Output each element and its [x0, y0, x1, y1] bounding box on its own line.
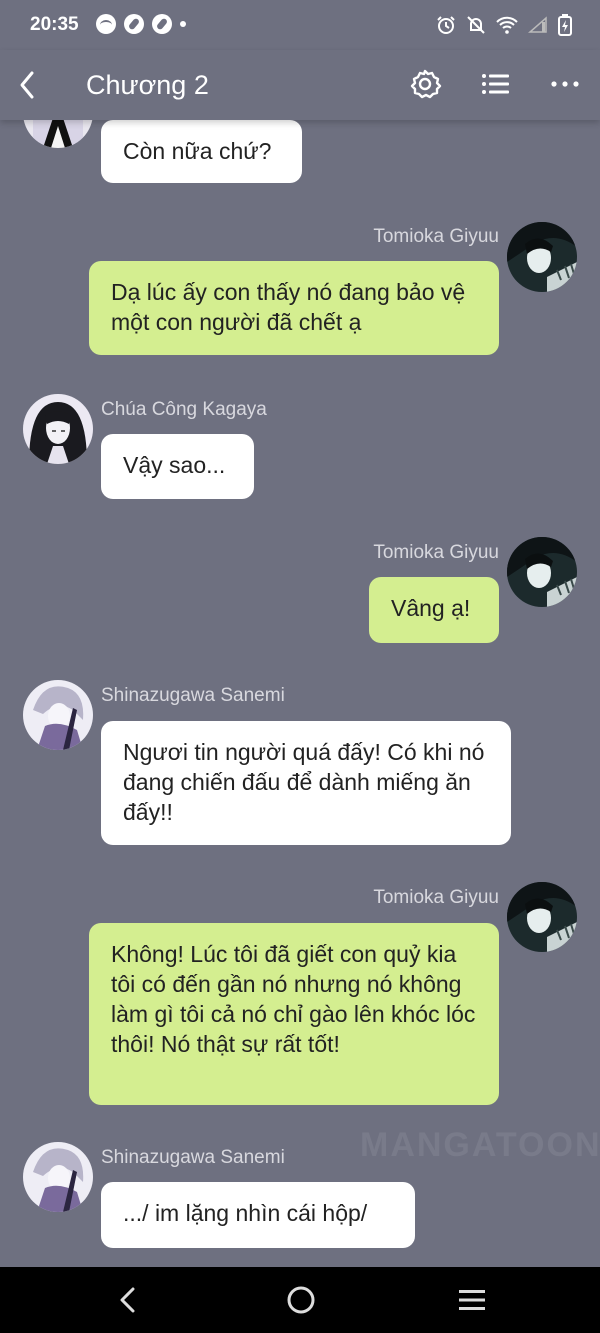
message-text: Vậy sao... — [123, 452, 226, 478]
mute-icon — [466, 15, 486, 35]
status-right-icons — [436, 14, 572, 36]
chapter-list-button[interactable] — [477, 66, 513, 102]
message-bubble[interactable]: Vâng ạ! — [369, 577, 499, 643]
message-text: .../ im lặng nhìn cái hộp/ — [123, 1200, 368, 1226]
avatar-giyuu[interactable] — [507, 222, 577, 292]
avatar-sanemi[interactable] — [23, 680, 93, 750]
speaker-name: Tomioka Giyuu — [373, 542, 499, 563]
chat-area[interactable]: Còn nữa chứ? Tomioka Giyuu Dạ lúc ấy con… — [0, 120, 600, 1267]
watermark: MANGATOON — [360, 1126, 600, 1164]
alarm-icon — [436, 15, 456, 35]
message-bubble[interactable]: Vậy sao... — [101, 434, 254, 499]
message-bubble[interactable]: Ngươi tin người quá đấy! Có khi nó đang … — [101, 721, 511, 845]
back-button[interactable] — [14, 68, 44, 102]
avatar-sanemi[interactable] — [23, 1142, 93, 1212]
giyuu-avatar-icon — [507, 882, 577, 952]
speaker-name: Shinazugawa Sanemi — [101, 685, 285, 706]
more-icon — [551, 81, 579, 87]
system-home-button[interactable] — [281, 1281, 321, 1319]
signal-icon — [528, 16, 548, 34]
list-icon — [482, 74, 509, 94]
system-nav-bar — [0, 1267, 600, 1333]
avatar-giyuu[interactable] — [507, 537, 577, 607]
dot-icon — [180, 21, 186, 27]
message-bubble[interactable]: Dạ lúc ấy con thấy nó đang bảo vệ một co… — [89, 261, 499, 355]
gear-icon — [410, 69, 442, 99]
speaker-name: Tomioka Giyuu — [373, 226, 499, 247]
message-text: Ngươi tin người quá đấy! Có khi nó đang … — [123, 739, 485, 825]
battery-icon — [558, 14, 572, 36]
giyuu-avatar-icon — [507, 537, 577, 607]
sanemi-avatar-icon — [23, 1142, 93, 1212]
compass-icon — [152, 14, 172, 34]
speaker-name: Tomioka Giyuu — [373, 887, 499, 908]
message-bubble[interactable]: .../ im lặng nhìn cái hộp/ — [101, 1182, 415, 1248]
avatar-giyuu[interactable] — [507, 882, 577, 952]
avatar-kagaya[interactable] — [23, 394, 93, 464]
status-bar: 20:35 — [0, 0, 600, 50]
message-text: Còn nữa chứ? — [123, 138, 272, 164]
kagaya-avatar-icon — [23, 394, 93, 464]
status-time: 20:35 — [30, 14, 79, 35]
system-recents-button[interactable] — [452, 1281, 492, 1319]
speaker-name: Chúa Công Kagaya — [101, 399, 267, 420]
chapter-title: Chương 2 — [86, 70, 209, 100]
system-back-button[interactable] — [108, 1281, 148, 1319]
top-bar: Chương 2 — [0, 50, 600, 120]
compass-icon — [124, 14, 144, 34]
message-text: Vâng ạ! — [391, 595, 471, 621]
kagaya-avatar-icon — [23, 120, 93, 148]
back-icon — [120, 1287, 135, 1313]
speaker-name: Shinazugawa Sanemi — [101, 1147, 285, 1168]
message-text: Dạ lúc ấy con thấy nó đang bảo vệ một co… — [111, 279, 466, 335]
message-text: Không! Lúc tôi đã giết con quỷ kia tôi c… — [111, 941, 476, 1057]
back-arrow-icon — [20, 71, 34, 99]
more-button[interactable] — [547, 66, 583, 102]
spotify-icon — [96, 14, 116, 34]
settings-button[interactable] — [407, 66, 443, 102]
recents-icon — [459, 1290, 485, 1310]
status-left-icons — [96, 14, 186, 34]
sanemi-avatar-icon — [23, 680, 93, 750]
message-bubble[interactable]: Không! Lúc tôi đã giết con quỷ kia tôi c… — [89, 923, 499, 1105]
message-bubble[interactable]: Còn nữa chứ? — [101, 120, 302, 183]
avatar-kagaya[interactable] — [23, 120, 93, 148]
giyuu-avatar-icon — [507, 222, 577, 292]
home-icon — [287, 1286, 315, 1314]
wifi-icon — [496, 16, 518, 34]
